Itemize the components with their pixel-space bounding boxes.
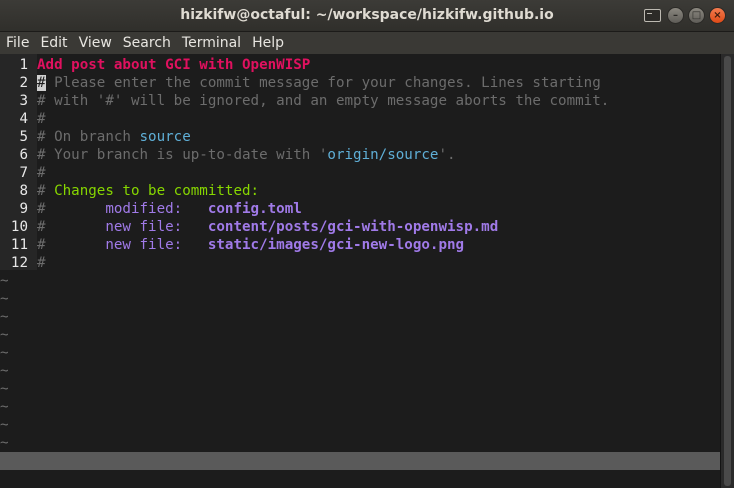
line-text: Add post about GCI with OpenWISP: [37, 56, 310, 74]
line-text: # new file: content/posts/gci-with-openw…: [37, 218, 498, 236]
line-number: 10: [10, 219, 28, 235]
terminal-icon: [644, 9, 661, 22]
text-segment: content/posts/gci-with-openwisp.md: [207, 219, 499, 235]
window-titlebar[interactable]: hizkifw@octaful: ~/workspace/hizkifw.git…: [0, 0, 734, 32]
text-segment: new file:: [45, 237, 208, 253]
line-text: # Changes to be committed:: [37, 182, 259, 200]
editor-line: 4 #: [0, 110, 720, 128]
editor-line: 5 # On branch source: [0, 128, 720, 146]
editor-line: 1 Add post about GCI with OpenWISP: [0, 56, 720, 74]
text-segment: #: [37, 201, 46, 217]
editor-line: 6 # Your branch is up-to-date with 'origi…: [0, 146, 720, 164]
text-segment: origin/source: [327, 147, 439, 163]
status-line: [0, 452, 720, 470]
maximize-button[interactable]: □: [688, 7, 705, 24]
menu-edit[interactable]: Edit: [40, 35, 67, 51]
empty-line-marker: ~: [0, 345, 9, 361]
line-text: #: [37, 254, 46, 272]
scrollbar-thumb[interactable]: [724, 56, 731, 486]
empty-line-marker: ~: [0, 399, 9, 415]
editor-line: 7 #: [0, 164, 720, 182]
line-text: # Your branch is up-to-date with 'origin…: [37, 146, 456, 164]
line-number: 1: [19, 57, 28, 73]
text-segment: # with '#' will be ignored, and an empty…: [37, 93, 610, 109]
text-segment: #: [37, 111, 46, 127]
menu-help[interactable]: Help: [252, 35, 284, 51]
text-cursor: #: [37, 75, 46, 91]
editor-line: 2 # Please enter the commit message for y…: [0, 74, 720, 92]
text-segment: #: [37, 219, 46, 235]
text-segment: #: [37, 183, 55, 199]
text-segment: # On branch: [37, 129, 140, 145]
minimize-button[interactable]: –: [667, 7, 684, 24]
line-number: 8: [19, 183, 28, 199]
text-segment: static/images/gci-new-logo.png: [207, 237, 465, 253]
empty-line-marker: ~: [0, 435, 9, 451]
line-number: 5: [19, 129, 28, 145]
line-text: # with '#' will be ignored, and an empty…: [37, 92, 609, 110]
empty-line-marker: ~: [0, 273, 9, 289]
text-segment: modified:: [45, 201, 208, 217]
line-number: 12: [10, 255, 28, 271]
editor-line: 10 # new file: content/posts/gci-with-ope…: [0, 218, 720, 236]
empty-line-marker: ~: [0, 381, 9, 397]
menu-search[interactable]: Search: [123, 35, 171, 51]
text-segment: # Your branch is up-to-date with ': [37, 147, 328, 163]
empty-line-marker: ~: [0, 309, 9, 325]
line-text: #: [37, 110, 46, 128]
terminal-area[interactable]: 1 Add post about GCI with OpenWISP 2 # Plea…: [0, 54, 720, 488]
line-number: 7: [19, 165, 28, 181]
empty-line-marker: ~: [0, 291, 9, 307]
close-button[interactable]: ×: [709, 7, 726, 24]
scrollbar[interactable]: [720, 54, 734, 488]
empty-line-marker: ~: [0, 327, 9, 343]
window-title: hizkifw@octaful: ~/workspace/hizkifw.git…: [180, 7, 554, 23]
menu-terminal[interactable]: Terminal: [182, 35, 241, 51]
editor-line: 8 # Changes to be committed:: [0, 182, 720, 200]
line-text: # On branch source: [37, 128, 191, 146]
text-segment: Changes to be committed:: [54, 183, 260, 199]
editor-line: 3 # with '#' will be ignored, and an empt…: [0, 92, 720, 110]
text-segment: source: [139, 129, 191, 145]
editor-line: 12 #: [0, 254, 720, 272]
line-number: 9: [19, 201, 28, 217]
line-number: 4: [19, 111, 28, 127]
text-segment: #: [37, 165, 46, 181]
line-text: # new file: static/images/gci-new-logo.p…: [37, 236, 464, 254]
text-segment: new file:: [45, 219, 208, 235]
line-number: 2: [19, 75, 28, 91]
line-text: # modified: config.toml: [37, 200, 302, 218]
line-number: 6: [19, 147, 28, 163]
line-number: 3: [19, 93, 28, 109]
text-segment: '.: [438, 147, 456, 163]
line-text: # Please enter the commit message for yo…: [37, 74, 601, 92]
text-segment: Add post about GCI with OpenWISP: [37, 57, 311, 73]
text-segment: #: [37, 255, 46, 271]
line-text: #: [37, 164, 46, 182]
menu-view[interactable]: View: [79, 35, 112, 51]
line-number: 11: [10, 237, 28, 253]
text-segment: Please enter the commit message for your…: [45, 75, 601, 91]
text-segment: config.toml: [207, 201, 302, 217]
empty-line-marker: ~: [0, 417, 9, 433]
window-controls: – □ ×: [644, 7, 726, 24]
empty-line-marker: ~: [0, 363, 9, 379]
editor-line: 9 # modified: config.toml: [0, 200, 720, 218]
text-segment: #: [37, 237, 46, 253]
menu-bar: File Edit View Search Terminal Help: [0, 32, 734, 54]
editor-line: 11 # new file: static/images/gci-new-logo…: [0, 236, 720, 254]
menu-file[interactable]: File: [6, 35, 29, 51]
